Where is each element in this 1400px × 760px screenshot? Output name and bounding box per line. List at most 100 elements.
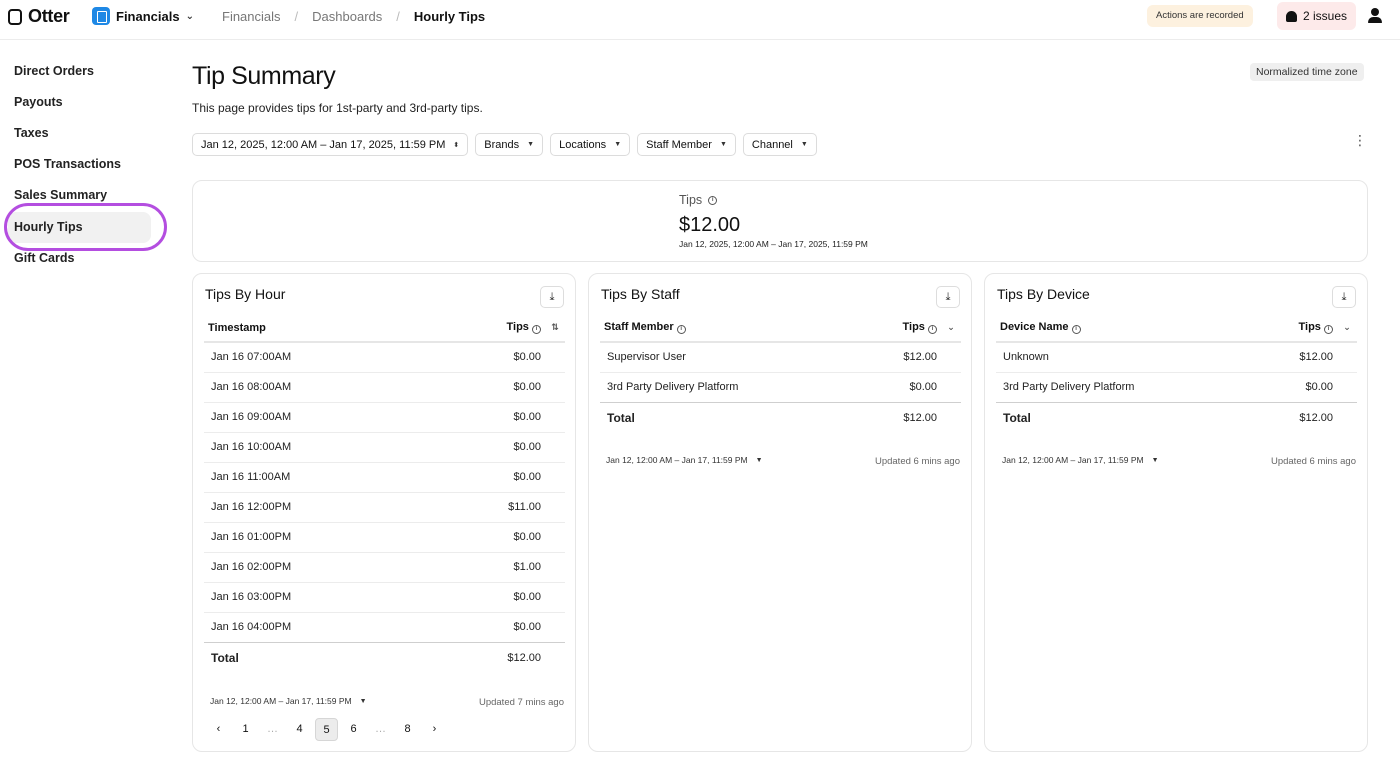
sidebar-item-payouts[interactable]: Payouts (8, 87, 151, 118)
sidebar-item-gift-cards[interactable]: Gift Cards (8, 243, 151, 274)
table-cell-tips: $12.00 (860, 342, 937, 373)
table-date-range-text: Jan 12, 12:00 AM – Jan 17, 11:59 PM (210, 696, 352, 706)
table-cell-spacer (541, 342, 565, 373)
page-subtitle: This page provides tips for 1st-party an… (192, 101, 483, 115)
table-cell-tips: $0.00 (433, 432, 541, 463)
table-cell-label: Jan 16 03:00PM (204, 582, 434, 613)
financials-app-icon (92, 7, 110, 25)
table-cell-tips: $0.00 (433, 372, 541, 403)
sidebar-item-pos-transactions[interactable]: POS Transactions (8, 149, 151, 180)
brands-filter[interactable]: Brands ▼ (475, 133, 544, 156)
table-cell-label: Unknown (996, 342, 1257, 373)
sidebar-item-direct-orders[interactable]: Direct Orders (8, 56, 151, 87)
info-icon[interactable]: i (708, 195, 718, 205)
otter-logo[interactable]: Otter (8, 6, 70, 27)
page-button-8[interactable]: 8 (396, 718, 419, 741)
table-cell-spacer (541, 612, 565, 643)
download-button[interactable]: ⤓ (540, 286, 564, 308)
download-button[interactable]: ⤓ (936, 286, 960, 308)
brand-name: Otter (28, 6, 70, 26)
total-label: Total (607, 411, 635, 426)
table-cell-spacer (541, 402, 565, 433)
column-header-tips[interactable]: Tips i (860, 314, 937, 343)
column-header-tips[interactable]: Tips i (1256, 314, 1333, 343)
column-header-device-name[interactable]: Device Name i (996, 314, 1257, 343)
total-label: Total (1003, 411, 1031, 426)
download-icon: ⤓ (549, 290, 555, 303)
chevron-down-icon[interactable]: ⌄ (937, 314, 961, 343)
table-row: Jan 16 03:00PM $0.00 (204, 582, 565, 613)
table-cell-spacer (1333, 402, 1357, 434)
table-cell-spacer (1333, 372, 1357, 403)
info-icon: i (928, 325, 937, 334)
page-button-5[interactable]: 5 (315, 718, 338, 741)
bell-icon (1286, 10, 1297, 22)
summary-value: $12.00 (679, 214, 741, 236)
table-row: Jan 16 07:00AM $0.00 (204, 342, 565, 373)
next-page-icon[interactable]: › (423, 718, 446, 741)
table-date-range[interactable]: Jan 12, 12:00 AM – Jan 17, 11:59 PM ▼ (210, 696, 367, 706)
top-bar: Otter Financials ⌄ Financials / Dashboar… (0, 0, 1400, 40)
column-header-staff-member[interactable]: Staff Member i (600, 314, 861, 343)
sidebar-item-sales-summary[interactable]: Sales Summary (8, 180, 151, 211)
locations-filter[interactable]: Locations ▼ (550, 133, 631, 156)
download-icon: ⤓ (945, 290, 951, 303)
date-range-value: Jan 12, 2025, 12:00 AM – Jan 17, 2025, 1… (201, 138, 446, 151)
total-value: $12.00 (1299, 412, 1333, 425)
summary-range: Jan 12, 2025, 12:00 AM – Jan 17, 2025, 1… (679, 239, 868, 249)
tips-summary-card: Tips i $12.00 Jan 12, 2025, 12:00 AM – J… (192, 180, 1368, 262)
updated-timestamp: Updated 6 mins ago (874, 456, 960, 467)
date-range-filter[interactable]: Jan 12, 2025, 12:00 AM – Jan 17, 2025, 1… (192, 133, 469, 156)
table-cell-tips: $0.00 (433, 342, 541, 373)
issues-button[interactable]: 2 issues (1277, 2, 1357, 30)
table-cell-spacer (541, 642, 565, 674)
column-header-timestamp[interactable]: Timestamp (204, 314, 434, 343)
locations-label: Locations (559, 138, 607, 151)
table-cell-tips: $11.00 (433, 492, 541, 523)
breadcrumb-dashboards[interactable]: Dashboards (312, 9, 382, 24)
download-button[interactable]: ⤓ (1332, 286, 1356, 308)
table-cell-tips: $0.00 (433, 612, 541, 643)
table-cell-label: Jan 16 08:00AM (204, 372, 434, 403)
filter-bar: Jan 12, 2025, 12:00 AM – Jan 17, 2025, 1… (192, 133, 817, 156)
breadcrumb-separator: / (294, 9, 299, 24)
page-button-1[interactable]: 1 (234, 718, 257, 741)
table-date-range-text: Jan 12, 12:00 AM – Jan 17, 11:59 PM (606, 455, 748, 465)
page-button-6[interactable]: 6 (342, 718, 365, 741)
table-row: Jan 16 02:00PM $1.00 (204, 552, 565, 583)
sidebar-item-taxes[interactable]: Taxes (8, 118, 151, 149)
table-cell-label: Jan 16 07:00AM (204, 342, 434, 373)
table-row: Jan 16 12:00PM $11.00 (204, 492, 565, 523)
table-cell-tips: $0.00 (433, 582, 541, 613)
total-label: Total (211, 651, 239, 666)
table-cell-label: Jan 16 11:00AM (204, 462, 434, 493)
more-options-icon[interactable]: ⋮ (1353, 133, 1367, 147)
sort-icon[interactable]: ⇅ (541, 314, 565, 343)
chevron-down-icon[interactable]: ⌄ (1333, 314, 1357, 343)
user-icon[interactable] (1368, 8, 1382, 24)
table-date-range[interactable]: Jan 12, 12:00 AM – Jan 17, 11:59 PM ▼ (606, 455, 763, 465)
timezone-badge: Normalized time zone (1250, 63, 1364, 81)
channel-filter[interactable]: Channel ▼ (742, 133, 817, 156)
tips-by-device-card: Tips By Device ⤓ Device Name i Tips i ⌄ … (984, 273, 1368, 752)
app-switcher[interactable]: Financials ⌄ (92, 7, 194, 25)
table-cell-tips: $0.00 (433, 402, 541, 433)
pagination-ellipsis: … (375, 723, 386, 735)
table-cell-label: 3rd Party Delivery Platform (996, 372, 1257, 403)
caret-down-icon: ▼ (614, 141, 622, 148)
tips-by-staff-card: Tips By Staff ⤓ Staff Member i Tips i ⌄ … (588, 273, 972, 752)
issues-label: 2 issues (1303, 9, 1348, 23)
previous-page-icon[interactable]: ‹ (207, 718, 230, 741)
page-button-4[interactable]: 4 (288, 718, 311, 741)
caret-down-icon: ▼ (800, 141, 808, 148)
tips-by-hour-table: Timestamp Tips i ⇅ Jan 16 07:00AM $0.00 Ja… (204, 314, 565, 674)
staff-member-filter[interactable]: Staff Member ▼ (637, 133, 736, 156)
chevron-down-icon: ⌄ (185, 10, 194, 22)
info-icon: i (676, 325, 686, 334)
table-date-range[interactable]: Jan 12, 12:00 AM – Jan 17, 11:59 PM ▼ (1002, 455, 1159, 465)
table-cell-spacer (541, 432, 565, 463)
table-row: 3rd Party Delivery Platform $0.00 (996, 372, 1357, 403)
column-header-tips[interactable]: Tips i (433, 314, 541, 343)
breadcrumb-financials[interactable]: Financials (222, 9, 281, 24)
sidebar-item-hourly-tips[interactable]: Hourly Tips (8, 212, 151, 243)
